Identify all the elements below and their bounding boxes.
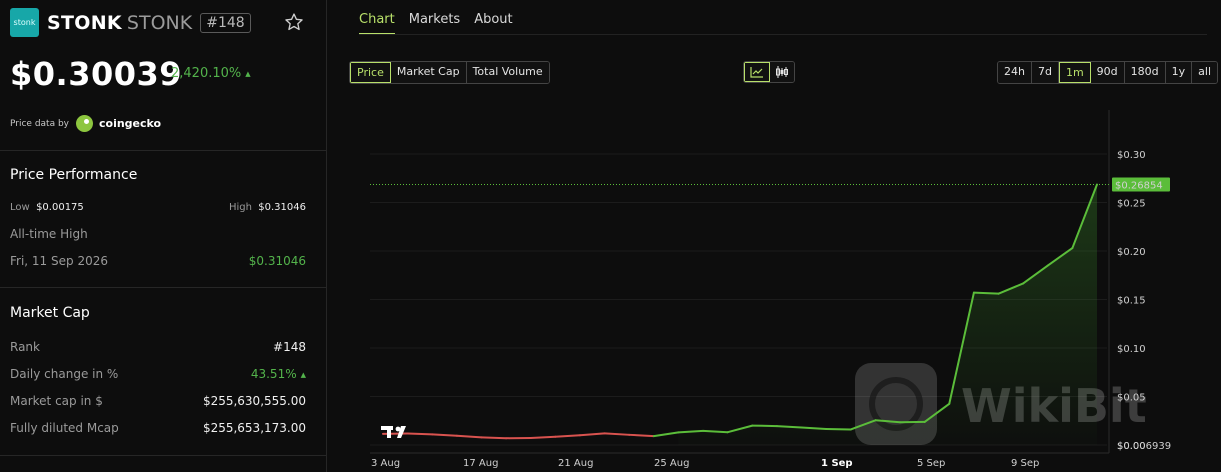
ath-row: All-time High [10,227,306,241]
date-axis: 3 Aug 17 Aug 21 Aug 25 Aug 1 Sep 5 Sep 9 Sep [371,458,1039,469]
rank-badge: #148 [200,12,251,33]
price-line-segment [603,432,631,436]
price-data-source-name[interactable]: coingecko [99,117,161,130]
coin-header: stonk STONK STONK #148 [10,8,251,37]
price-line-segment [702,429,729,434]
range-24h-button[interactable]: 24h [998,62,1032,83]
price-data-label: Price data by [10,118,69,129]
market-cap-row: Market cap in $ $255,630,555.00 [10,394,306,408]
date-tick-label: 9 Sep [1011,458,1039,469]
up-arrow-icon: ▲ [245,70,251,78]
price-line-segment [529,435,557,440]
price-line-segment [628,433,655,438]
row-value: #148 [273,340,306,354]
low-high-row: Low $0.00175 High $0.31046 [10,202,306,213]
row-label: Market cap in $ [10,394,103,408]
low-value: $0.00175 [36,202,84,213]
row-label: Fully diluted Mcap [10,421,119,435]
coin-sidebar: stonk STONK STONK #148 $0.30039 2,420.10… [0,0,327,472]
market-cap-row: Rank #148 [10,340,306,354]
candlestick-chart-button[interactable] [770,62,794,82]
tv-logo-stem [387,426,391,438]
price-line-segment [554,434,581,438]
tab-about[interactable]: About [474,12,512,34]
row-value: $255,653,173.00 [202,421,306,435]
coin-name: STONK [47,11,122,34]
tab-chart[interactable]: Chart [359,12,395,34]
price-line-segment [652,431,680,438]
main-tabs: Chart Markets About [359,12,527,34]
market-cap-row: Fully diluted Mcap $255,653,173.00 [10,421,306,435]
market-cap-row: Daily change in % 43.51% ▲ [10,367,306,381]
tab-divider [359,34,1207,35]
ath-value: $0.31046 [248,254,306,268]
current-price-label: $0.26854 [1115,180,1163,191]
date-tick-label: 3 Aug [371,458,400,469]
chart-type-selector [743,61,795,83]
divider [0,150,327,151]
price-line-segment [480,436,508,440]
price-chart[interactable]: WikiBit $0.30$0.25$0.20$0.15$0.10$0.05$0… [335,110,1221,472]
price-line-segment [972,291,1000,295]
range-1m-button[interactable]: 1m [1058,62,1091,83]
low-price-label: $0.006939 [1117,441,1171,452]
range-90d-button[interactable]: 90d [1090,62,1125,83]
ath-date: Fri, 11 Sep 2026 [10,254,108,268]
market-cap-button[interactable]: Market Cap [390,62,467,83]
price-line-segment [578,432,606,437]
total-volume-button[interactable]: Total Volume [466,62,549,83]
low-label: Low [10,202,30,213]
date-tick-label: 1 Sep [821,458,853,469]
price-tick-label: $0.10 [1117,344,1146,355]
row-value: 43.51% ▲ [251,367,306,381]
coin-ticker: STONK [126,11,193,34]
up-arrow-icon: ▲ [300,371,306,379]
low-group: Low $0.00175 [10,202,84,213]
range-1y-button[interactable]: 1y [1165,62,1193,83]
tab-markets[interactable]: Markets [409,12,460,34]
ath-date-row: Fri, 11 Sep 2026 $0.31046 [10,254,306,268]
row-value: $255,630,555.00 [202,394,306,408]
coingecko-icon [76,115,93,132]
price-tick-label: $0.20 [1117,247,1146,258]
current-price: $0.30039 [10,55,183,93]
price-tick-label: $0.30 [1117,150,1146,161]
row-label: Daily change in % [10,367,119,381]
price-tick-label: $0.05 [1117,392,1146,403]
date-tick-label: 5 Sep [917,458,945,469]
price-button[interactable]: Price [350,62,391,83]
range-7d-button[interactable]: 7d [1031,62,1059,83]
price-line-segment [406,432,434,436]
high-group: High $0.31046 [229,202,306,213]
range-180d-button[interactable]: 180d [1124,62,1166,83]
range-all-button[interactable]: all [1192,62,1218,83]
metric-selector: Price Market Cap Total Volume [349,61,550,84]
row-label: Rank [10,340,40,354]
price-line-segment [431,433,458,437]
daily-change-value: 43.51% [250,367,297,381]
price-performance-title: Price Performance [10,167,138,183]
high-value: $0.31046 [258,202,306,213]
date-tick-label: 21 Aug [558,458,593,469]
ath-label: All-time High [10,227,88,241]
price-line-segment [455,434,483,439]
price-tick-label: $0.15 [1117,295,1146,306]
date-tick-label: 17 Aug [463,458,498,469]
price-tick-label: $0.25 [1117,198,1146,209]
price-data-source: Price data by coingecko [10,115,161,132]
line-chart-icon [750,67,763,78]
candlestick-icon [776,66,788,78]
star-icon[interactable] [284,12,304,32]
price-change-value: 2,420.10% [171,66,242,81]
divider [0,455,327,456]
line-chart-button[interactable] [744,62,770,82]
divider [0,287,327,288]
tradingview-logo-icon [381,426,406,438]
date-tick-label: 25 Aug [654,458,689,469]
coin-logo: stonk [10,8,39,37]
market-cap-title: Market Cap [10,305,90,321]
time-range-selector: 24h 7d 1m 90d 180d 1y all [997,61,1219,84]
high-label: High [228,202,252,213]
price-change: 2,420.10% ▲ [171,66,251,81]
